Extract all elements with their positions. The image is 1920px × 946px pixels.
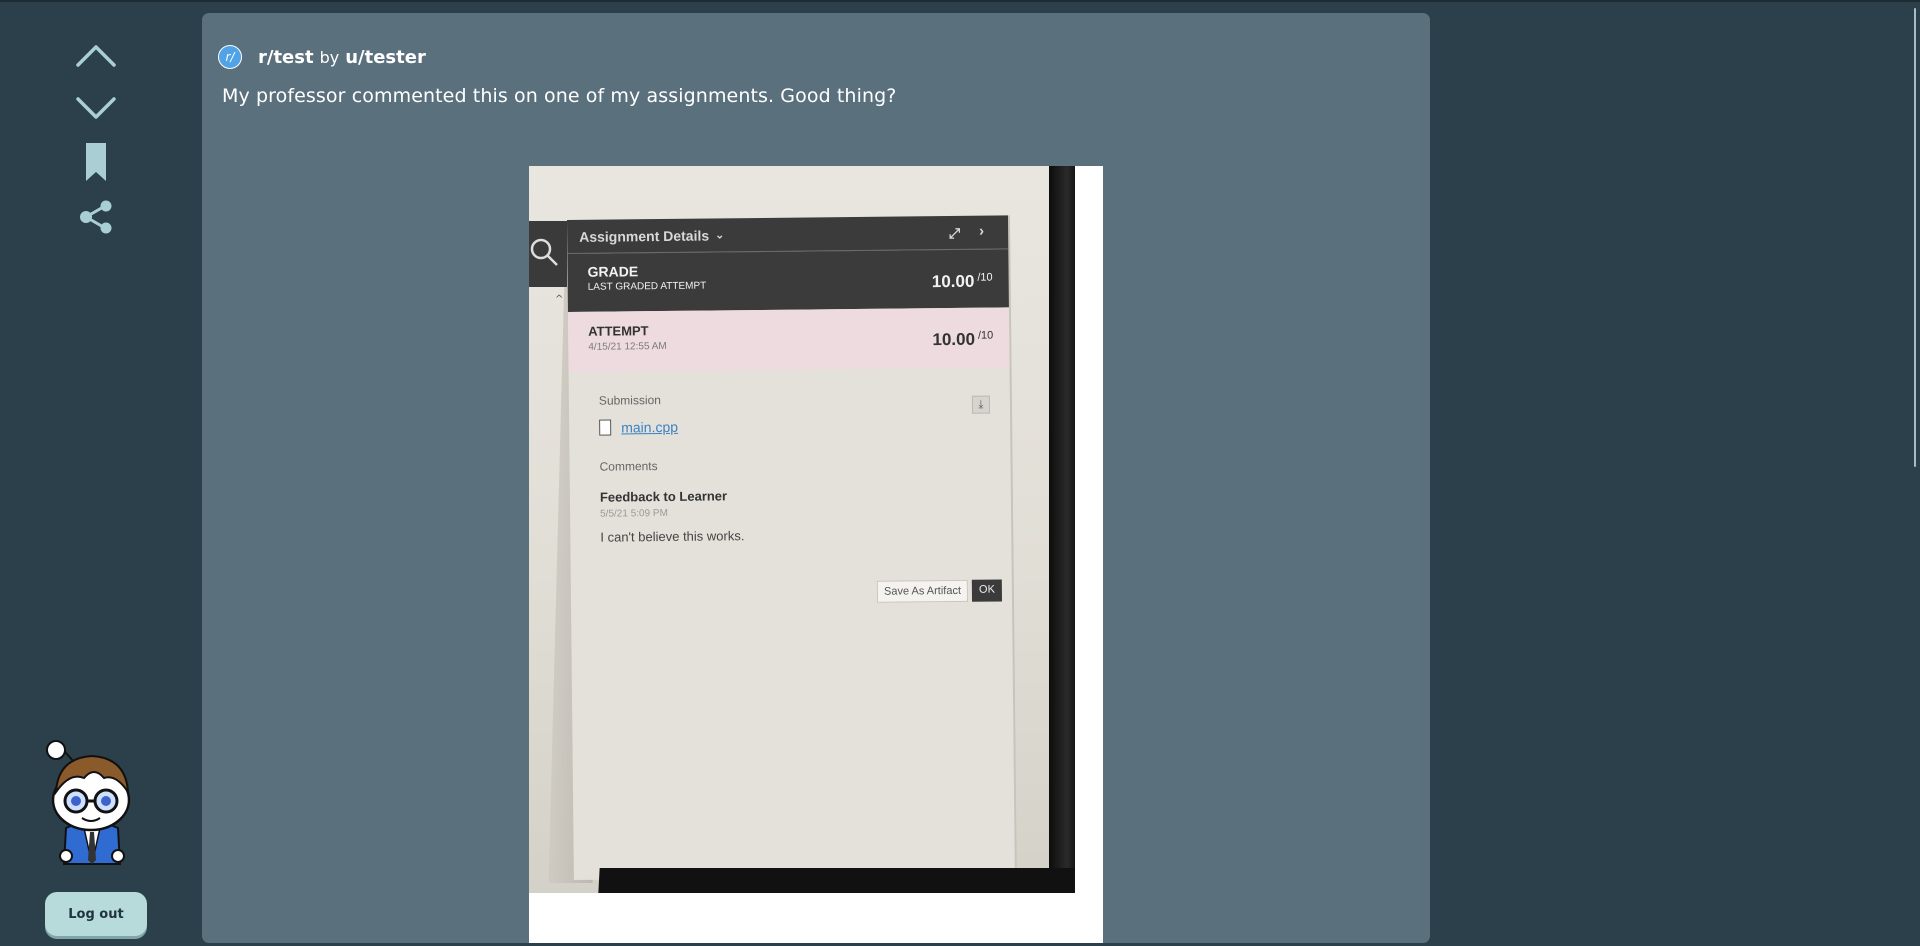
panel-header-title: Assignment Details	[579, 227, 710, 245]
assignment-details-panel: Assignment Details ⌄ ⤢ › GRADE LAST GRAD…	[567, 215, 1017, 880]
photo-search-strip	[529, 221, 567, 287]
attempt-row: ATTEMPT 4/15/21 12:55 AM 10.00/10	[567, 307, 1010, 372]
attempt-score: 10.00/10	[932, 330, 993, 351]
post-meta: r/ r/test by u/tester	[218, 45, 426, 69]
monitor-bezel-right	[1049, 166, 1075, 893]
feedback-title: Feedback to Learner	[599, 488, 728, 505]
downvote-button[interactable]	[72, 84, 120, 132]
author-link[interactable]: u/tester	[345, 47, 426, 68]
logout-button[interactable]: Log out	[45, 892, 147, 936]
post-title[interactable]: My professor commented this on one of my…	[222, 85, 1402, 107]
chevron-up-icon	[76, 45, 116, 67]
expand-icon: ⤢	[948, 224, 961, 242]
chevron-down-icon	[76, 97, 116, 119]
post-image[interactable]: ^ Assignment Details ⌄ ⤢ › GRADE LAST GR…	[529, 166, 1103, 943]
feedback-text: I can't believe this works.	[600, 528, 745, 545]
collapse-caret-icon: ^	[555, 294, 564, 305]
save-button[interactable]	[72, 138, 120, 186]
by-label: by	[319, 47, 340, 67]
avatar[interactable]	[44, 736, 140, 870]
grade-score-value: 10.00	[931, 271, 975, 292]
attempt-score-value: 10.00	[932, 329, 976, 350]
grade-score-denominator: /10	[977, 271, 993, 284]
subreddit-icon[interactable]: r/	[218, 45, 242, 69]
file-line: main.cpp	[599, 416, 986, 436]
ok-button: OK	[971, 579, 1003, 602]
left-rail: Log out	[0, 2, 192, 946]
feedback-date: 5/5/21 5:09 PM	[600, 507, 668, 520]
file-link: main.cpp	[621, 418, 679, 436]
chevron-right-icon: ›	[979, 222, 985, 240]
submission-label: Submission	[598, 393, 661, 408]
bookmark-icon	[86, 143, 106, 181]
grade-row: GRADE LAST GRADED ATTEMPT 10.00/10	[567, 249, 1009, 312]
search-icon	[530, 238, 558, 266]
photo-of-screen: ^ Assignment Details ⌄ ⤢ › GRADE LAST GR…	[529, 166, 1075, 893]
comments-label: Comments	[599, 459, 658, 474]
panel-body: Submission ⤓ main.cpp Comments Feedback …	[569, 367, 1012, 603]
attempt-score-denominator: /10	[977, 329, 994, 342]
chevron-down-icon: ⌄	[715, 229, 725, 242]
page-scrollbar[interactable]	[1914, 8, 1916, 467]
grade-score: 10.00/10	[932, 272, 993, 293]
subreddit-link[interactable]: r/test	[258, 47, 314, 68]
monitor-bezel-bottom	[598, 868, 1075, 893]
share-button[interactable]	[72, 193, 120, 241]
upvote-button[interactable]	[72, 31, 120, 79]
file-icon	[599, 419, 612, 436]
panel-button-row: Save As Artifact OK	[876, 579, 1003, 603]
share-icon	[80, 200, 112, 234]
post-card: r/ r/test by u/tester My professor comme…	[202, 13, 1430, 943]
panel-header: Assignment Details ⌄ ⤢ ›	[567, 215, 1009, 254]
download-icon: ⤓	[971, 395, 991, 414]
save-as-artifact-button: Save As Artifact	[876, 579, 969, 603]
